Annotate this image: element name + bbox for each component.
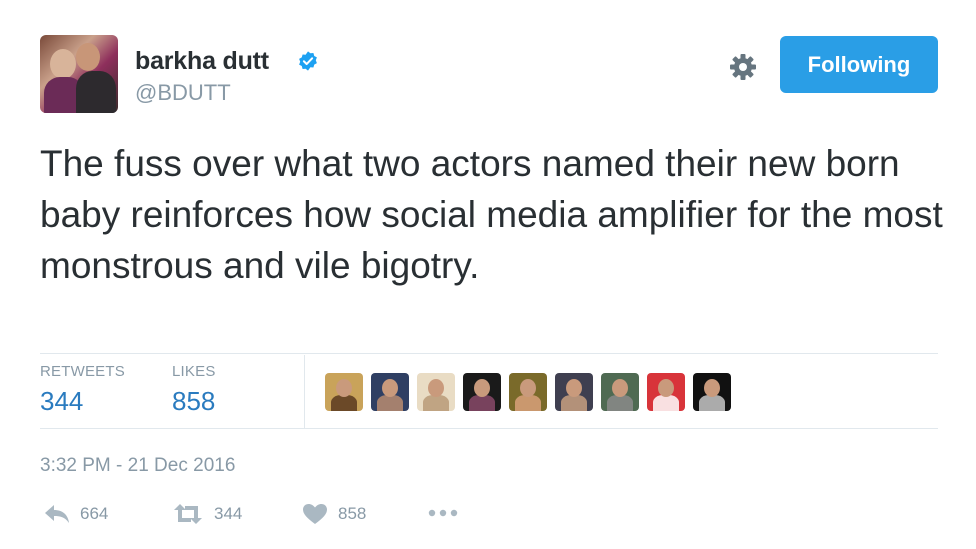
likes-label: LIKES (172, 363, 216, 380)
liker-avatar[interactable] (647, 373, 685, 411)
avatar[interactable] (40, 35, 118, 113)
retweets-label: RETWEETS (40, 363, 125, 380)
liker-avatar[interactable] (463, 373, 501, 411)
retweet-icon (174, 504, 202, 524)
liker-avatar[interactable] (417, 373, 455, 411)
like-button[interactable]: 858 (302, 503, 366, 525)
retweets-count[interactable]: 344 (40, 386, 83, 417)
reply-icon (45, 505, 69, 523)
retweet-button[interactable]: 344 (172, 503, 242, 525)
heart-icon (303, 504, 327, 524)
retweet-count: 344 (214, 504, 243, 523)
tweet-text: The fuss over what two actors named thei… (40, 143, 943, 286)
likes-count[interactable]: 858 (172, 386, 215, 417)
liker-avatar[interactable] (371, 373, 409, 411)
liker-avatar[interactable] (601, 373, 639, 411)
stats-vertical-divider (304, 355, 305, 429)
more-button[interactable] (428, 509, 458, 517)
stats-divider-bottom (40, 428, 938, 429)
liker-avatar[interactable] (509, 373, 547, 411)
liker-avatar[interactable] (693, 373, 731, 411)
liker-avatar[interactable] (325, 373, 363, 411)
more-icon (428, 509, 458, 517)
reply-count: 664 (80, 504, 109, 523)
user-name[interactable]: barkha dutt (135, 47, 269, 76)
like-count: 858 (338, 504, 367, 523)
reply-button[interactable]: 664 (44, 503, 108, 525)
gear-icon[interactable] (728, 52, 758, 82)
verified-badge-icon (299, 51, 317, 71)
likers-avatars (325, 373, 731, 411)
user-handle[interactable]: @BDUTT (135, 80, 231, 106)
tweet-timestamp[interactable]: 3:32 PM - 21 Dec 2016 (40, 455, 235, 477)
liker-avatar[interactable] (555, 373, 593, 411)
following-button[interactable]: Following (780, 36, 938, 93)
stats-divider-top (40, 353, 938, 354)
